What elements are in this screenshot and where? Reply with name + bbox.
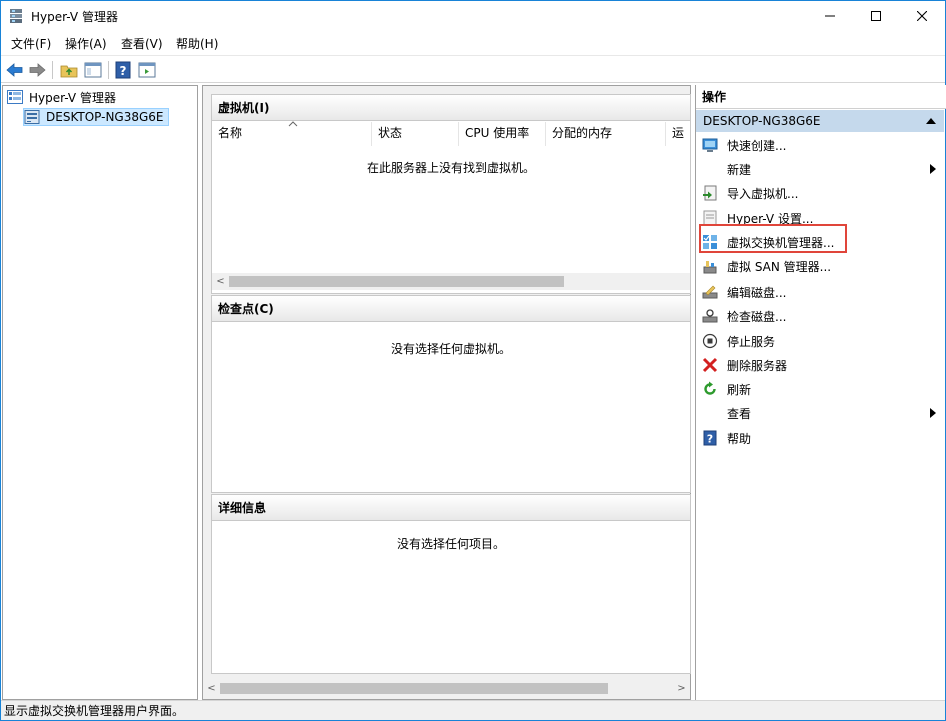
actions-group-label: DESKTOP-NG38G6E [703, 114, 821, 128]
svg-text:?: ? [707, 433, 713, 446]
action-view[interactable]: 查看 [696, 401, 944, 425]
checkpoints-section: 检查点(C) 没有选择任何虚拟机。 [211, 295, 691, 493]
column-header-memory[interactable]: 分配的内存 [546, 122, 666, 146]
back-button[interactable] [5, 60, 25, 80]
menu-action[interactable]: 操作(A) [65, 35, 107, 52]
tree-item-server[interactable]: DESKTOP-NG38G6E [23, 108, 169, 126]
actions-group-server[interactable]: DESKTOP-NG38G6E [696, 110, 944, 132]
empty-checkpoint-message: 没有选择任何虚拟机。 [390, 342, 511, 356]
forward-arrow-icon [29, 63, 46, 77]
action-pane-icon [138, 62, 156, 78]
results-pane: 虚拟机(I) 名称 状态 CPU 使用率 分配的内存 运行 在此服务器上没有找到… [202, 85, 691, 700]
column-header-uptime[interactable]: 运行 [666, 122, 692, 146]
close-icon [917, 11, 927, 21]
section-title: 详细信息 [212, 495, 690, 521]
status-bar: 显示虚拟交换机管理器用户界面。 [1, 700, 945, 720]
help-icon: ? [115, 61, 131, 79]
stop-icon [702, 333, 718, 349]
maximize-button[interactable] [853, 1, 899, 31]
action-virtual-san-manager[interactable]: 虚拟 SAN 管理器... [696, 254, 944, 278]
empty-details-message: 没有选择任何项目。 [396, 537, 505, 551]
action-delete-server[interactable]: 删除服务器 [696, 353, 944, 377]
show-hide-tree-button[interactable] [83, 60, 103, 80]
menu-view[interactable]: 查看(V) [121, 35, 163, 52]
menu-bar: 文件(F) 操作(A) 查看(V) 帮助(H) [1, 32, 945, 54]
action-new[interactable]: 新建 [696, 157, 944, 181]
svg-text:?: ? [120, 64, 127, 78]
maximize-icon [871, 11, 881, 21]
actions-header: 操作 [696, 85, 946, 109]
inspect-disk-icon [702, 309, 718, 323]
column-header-cpu[interactable]: CPU 使用率 [459, 122, 546, 146]
vm-horizontal-scrollbar[interactable]: < [212, 273, 690, 290]
title-bar: Hyper-V 管理器 [1, 1, 945, 31]
show-hide-action-pane-button[interactable] [137, 60, 157, 80]
folder-up-icon [60, 65, 78, 78]
scroll-left-icon[interactable]: < [212, 273, 229, 290]
toolbar-separator [108, 61, 109, 79]
results-horizontal-scrollbar[interactable]: < > [203, 680, 690, 697]
tree-item-hyperv-manager[interactable]: Hyper-V 管理器 [7, 88, 116, 106]
highlight-annotation [699, 224, 847, 253]
help-icon: ? [703, 430, 717, 446]
refresh-icon [704, 381, 716, 395]
scroll-left-icon[interactable]: < [203, 680, 220, 697]
tree-item-label: Hyper-V 管理器 [29, 90, 116, 105]
forward-button[interactable] [27, 60, 47, 80]
actions-pane: 操作 DESKTOP-NG38G6E 快速创建... 新建 导入虚拟机... H… [695, 85, 946, 700]
sort-ascending-icon [288, 121, 298, 127]
server-icon [24, 110, 40, 124]
delete-icon [702, 357, 718, 373]
action-refresh[interactable]: 刷新 [696, 377, 944, 401]
action-edit-disk[interactable]: 编辑磁盘... [696, 280, 944, 304]
scrollbar-thumb[interactable] [220, 683, 608, 694]
action-help[interactable]: ? 帮助 [696, 426, 944, 450]
hyperv-app-icon [10, 9, 22, 23]
menu-file[interactable]: 文件(F) [11, 35, 51, 52]
submenu-arrow-icon [930, 164, 936, 174]
minimize-button[interactable] [807, 1, 853, 31]
hyperv-manager-icon [7, 90, 23, 104]
scroll-right-icon[interactable]: > [673, 680, 690, 697]
menu-help[interactable]: 帮助(H) [176, 35, 218, 52]
column-header-state[interactable]: 状态 [372, 122, 459, 146]
details-section: 详细信息 没有选择任何项目。 [211, 494, 691, 674]
console-tree-pane: Hyper-V 管理器 DESKTOP-NG38G6E [2, 85, 198, 700]
help-button[interactable]: ? [113, 60, 133, 80]
edit-disk-icon [702, 285, 718, 299]
window-title: Hyper-V 管理器 [31, 10, 118, 24]
scrollbar-thumb[interactable] [229, 276, 564, 287]
toolbar: ? [1, 55, 945, 83]
action-stop-service[interactable]: 停止服务 [696, 329, 944, 353]
empty-vm-message: 在此服务器上没有找到虚拟机。 [366, 161, 535, 175]
hyperv-manager-window: Hyper-V 管理器 文件(F) 操作(A) 查看(V) 帮助(H) ? Hy… [0, 0, 946, 721]
submenu-arrow-icon [930, 408, 936, 418]
minimize-icon [825, 15, 835, 17]
toolbar-separator [52, 61, 53, 79]
virtual-machines-section: 虚拟机(I) 名称 状态 CPU 使用率 分配的内存 运行 在此服务器上没有找到… [211, 94, 691, 294]
up-folder-button[interactable] [59, 60, 79, 80]
quick-create-icon [702, 138, 718, 152]
console-tree-icon [84, 62, 102, 78]
back-arrow-icon [6, 63, 23, 77]
action-quick-create[interactable]: 快速创建... [696, 133, 944, 157]
san-icon [703, 261, 717, 274]
action-import-vm[interactable]: 导入虚拟机... [696, 181, 944, 205]
section-title: 虚拟机(I) [212, 95, 690, 121]
section-title: 检查点(C) [212, 296, 690, 322]
import-vm-icon [703, 185, 717, 201]
tree-item-label: DESKTOP-NG38G6E [46, 110, 164, 124]
close-button[interactable] [899, 1, 945, 31]
collapse-arrow-icon[interactable] [926, 118, 936, 124]
action-inspect-disk[interactable]: 检查磁盘... [696, 304, 944, 328]
